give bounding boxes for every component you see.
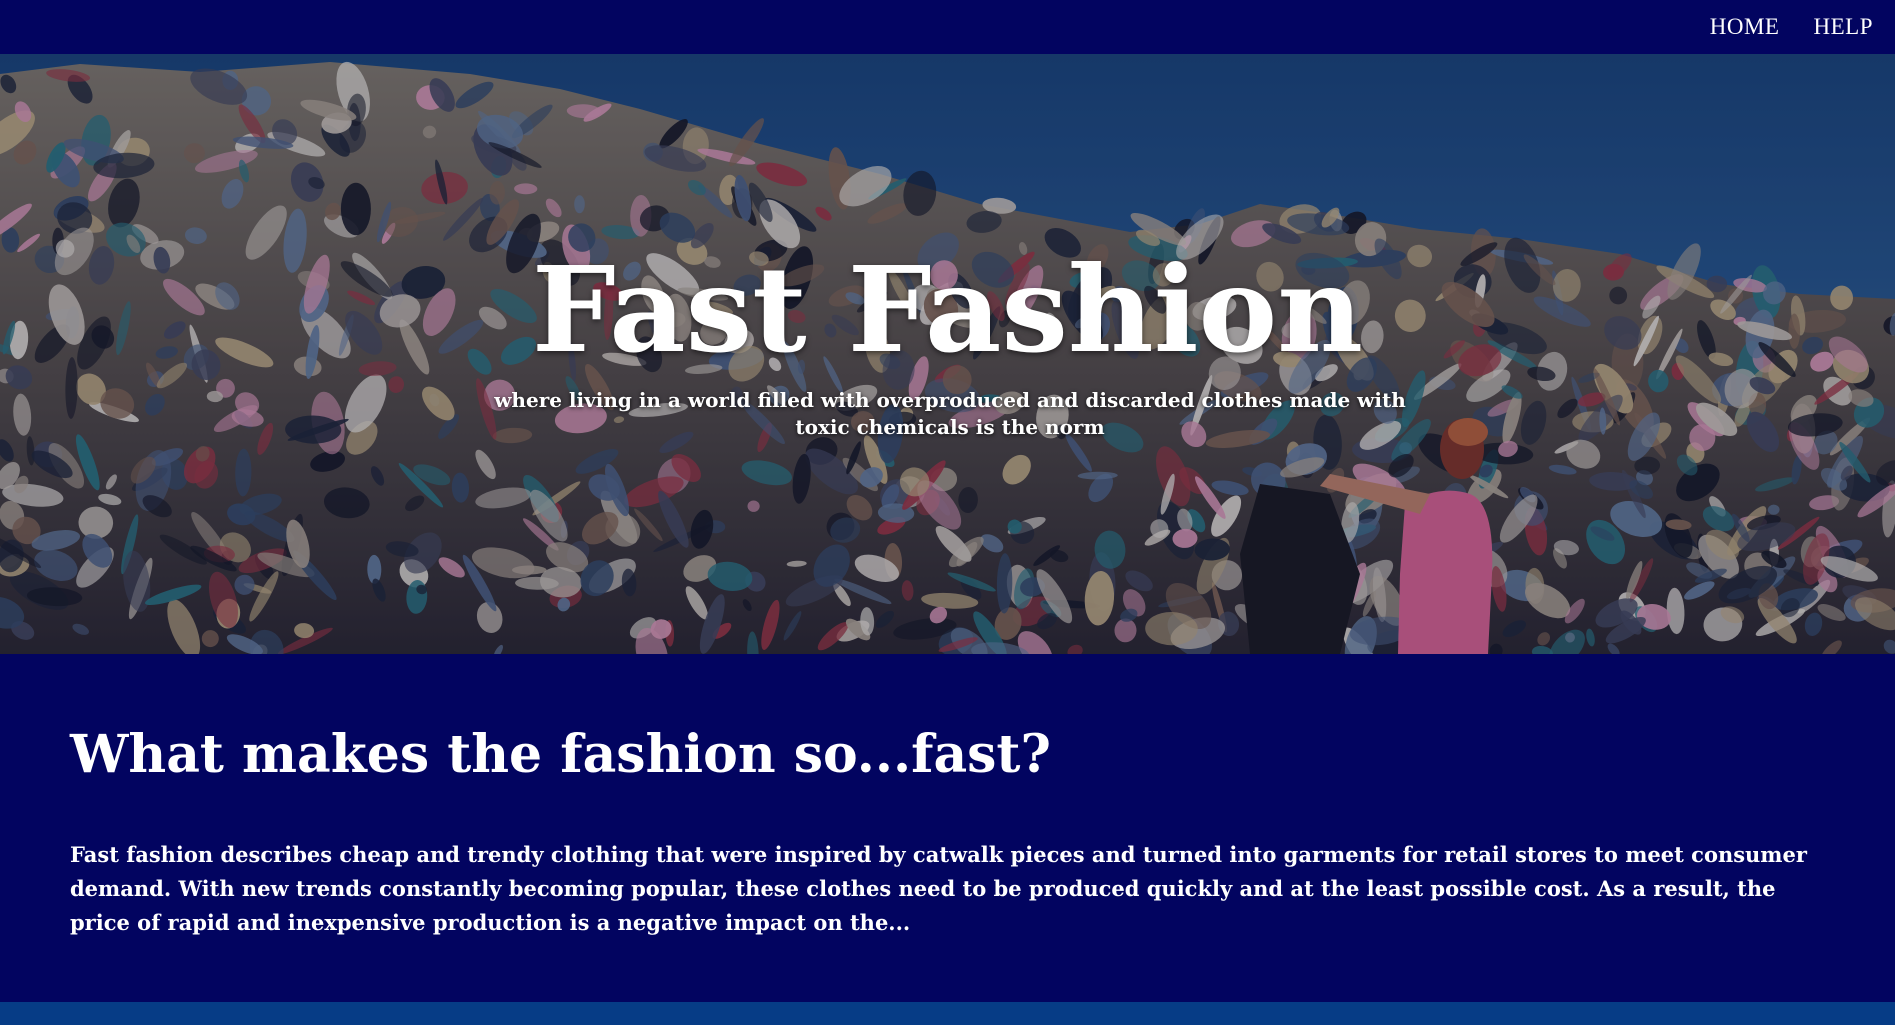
- hero-subtitle: where living in a world filled with over…: [494, 388, 1406, 439]
- bottom-strip: [0, 1002, 1895, 1025]
- nav-home-link[interactable]: HOME: [1710, 14, 1780, 40]
- hero-banner: Fast Fashion where living in a world fil…: [0, 54, 1895, 654]
- hero-title: Fast Fashion: [531, 240, 1364, 379]
- section-body-text: Fast fashion describes cheap and trendy …: [70, 842, 1807, 936]
- content-section: What makes the fashion so...fast? Fast f…: [0, 654, 1895, 1002]
- top-nav: HOME HELP: [0, 0, 1895, 54]
- section-heading: What makes the fashion so...fast?: [70, 724, 1051, 785]
- nav-help-link[interactable]: HELP: [1814, 14, 1874, 40]
